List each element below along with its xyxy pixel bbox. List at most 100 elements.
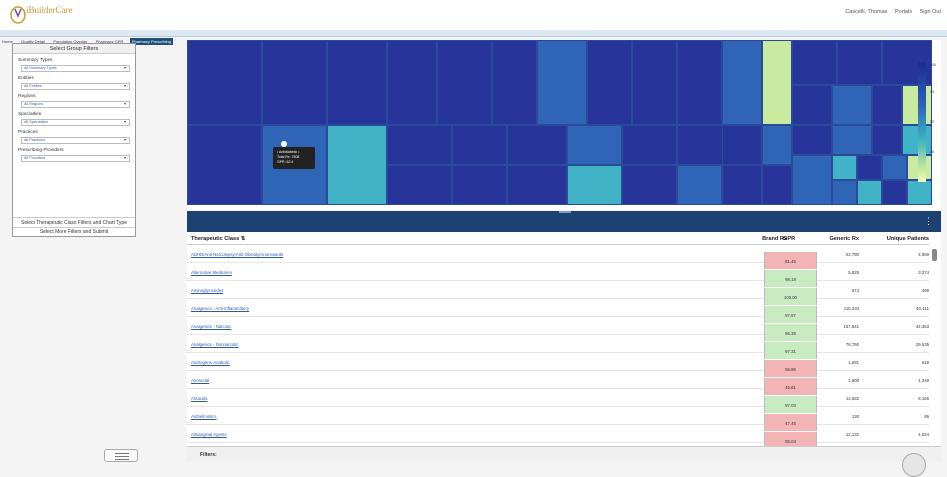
regions-select[interactable]: All Regions ▾ bbox=[21, 101, 130, 108]
logo-text: iBuilderCare bbox=[26, 5, 73, 15]
unique-patients-cell: 29,535 bbox=[915, 342, 929, 347]
filter-panel: Select Group Filters Summary Types All S… bbox=[12, 43, 136, 237]
treemap-tile[interactable] bbox=[762, 40, 792, 125]
unique-patients-cell: 1,349 bbox=[918, 378, 929, 383]
treemap-tile[interactable] bbox=[452, 165, 507, 205]
treemap-tile[interactable] bbox=[857, 180, 882, 205]
treemap-tile[interactable] bbox=[792, 125, 832, 155]
treemap-tile[interactable] bbox=[587, 40, 632, 125]
treemap-tile[interactable] bbox=[832, 155, 857, 180]
table-row: Analgesics - Nonnarcotic2,17478,75097.31… bbox=[187, 335, 929, 359]
portals-link[interactable]: Portals bbox=[895, 9, 912, 15]
legend-tick: 0 bbox=[930, 178, 932, 182]
header-gpr[interactable]: GPR bbox=[783, 236, 795, 242]
treemap-tile[interactable] bbox=[792, 155, 832, 205]
specialties-select[interactable]: All Specialties ▾ bbox=[21, 119, 130, 126]
header-generic-rx[interactable]: Generic Rx bbox=[829, 236, 859, 242]
treemap-tile[interactable] bbox=[722, 40, 762, 125]
generic-rx-cell: 12,582 bbox=[845, 396, 859, 401]
treemap-tile[interactable] bbox=[907, 180, 932, 205]
treemap-tile[interactable] bbox=[722, 165, 762, 205]
therapeutic-class-link[interactable]: Antacids bbox=[191, 396, 207, 401]
treemap-tile[interactable] bbox=[387, 125, 452, 165]
treemap-tile[interactable] bbox=[872, 85, 902, 125]
treemap-tile[interactable] bbox=[327, 40, 387, 125]
treemap-tile[interactable] bbox=[677, 165, 722, 205]
treemap-tile[interactable] bbox=[902, 85, 932, 125]
therapeutic-class-link[interactable]: ADHD/Anti-Narcolepsy/Anti-Obesity/Anorex… bbox=[191, 252, 283, 257]
header-unique-patients[interactable]: Unique Patients bbox=[887, 236, 929, 242]
user-name[interactable]: Cascelli, Thomas bbox=[845, 9, 887, 15]
generic-rx-cell: 22,780 bbox=[845, 252, 859, 257]
treemap-tile[interactable] bbox=[567, 165, 622, 205]
header-therapeutic-class[interactable]: Therapeutic Class ⇅ bbox=[191, 236, 245, 242]
treemap-tile[interactable] bbox=[622, 125, 677, 165]
therapeutic-class-treemap[interactable] bbox=[187, 40, 941, 210]
practices-select[interactable]: All Practices ▾ bbox=[21, 137, 130, 144]
generic-rx-cell: 130 bbox=[851, 414, 859, 419]
unique-patients-cell: 619 bbox=[921, 360, 929, 365]
treemap-tile[interactable] bbox=[902, 125, 932, 155]
therapeutic-class-filters-button[interactable]: Select Therapeutic Class Filters and Cha… bbox=[13, 217, 135, 227]
therapeutic-class-link[interactable]: Analgesics - Anti-Inflammatory bbox=[191, 306, 249, 311]
treemap-tile[interactable] bbox=[792, 40, 837, 85]
therapeutic-class-link[interactable]: Antianginal Agents bbox=[191, 432, 227, 437]
therapeutic-class-link[interactable]: Analgesics - Narcotic bbox=[191, 324, 231, 329]
treemap-tile[interactable] bbox=[452, 125, 507, 165]
therapeutic-class-link[interactable]: Aminoglycosides bbox=[191, 288, 223, 293]
unique-patients-cell: 499 bbox=[921, 288, 929, 293]
tab-pharmacy-prescribing[interactable]: Pharmacy Prescribing bbox=[129, 38, 173, 45]
treemap-tile[interactable] bbox=[677, 40, 722, 125]
therapeutic-class-link[interactable]: Androgens-Anabolic bbox=[191, 360, 230, 365]
treemap-tile[interactable] bbox=[507, 125, 567, 165]
resize-handle[interactable] bbox=[559, 211, 571, 213]
more-options-icon[interactable]: ⋮ bbox=[924, 216, 933, 227]
filter-label: Prescribing Providers bbox=[18, 148, 64, 153]
generic-rx-cell: 5,825 bbox=[848, 270, 859, 275]
legend-tick: 100 bbox=[930, 63, 936, 67]
treemap-tile[interactable] bbox=[632, 40, 677, 125]
treemap-tile[interactable] bbox=[187, 125, 262, 205]
unique-patients-cell: 34,353 bbox=[915, 324, 929, 329]
table-row: Anthelmintics14413047.4586 bbox=[187, 407, 929, 431]
treemap-tile[interactable] bbox=[837, 40, 882, 85]
table-scrollbar[interactable] bbox=[932, 249, 937, 261]
treemap-tile[interactable] bbox=[792, 85, 832, 125]
unique-patients-cell: 4,959 bbox=[918, 252, 929, 257]
treemap-tile[interactable] bbox=[857, 155, 882, 180]
treemap-tile[interactable] bbox=[437, 40, 492, 125]
treemap-tile[interactable] bbox=[832, 125, 872, 155]
table-row: Androgens-Anabolic8381,69166.86619 bbox=[187, 353, 929, 377]
entities-select[interactable]: All Entities ▾ bbox=[21, 83, 130, 90]
treemap-tile[interactable] bbox=[507, 165, 567, 205]
treemap-tile[interactable] bbox=[387, 40, 437, 125]
more-filters-submit-button[interactable]: Select More Filters and Submit bbox=[13, 227, 135, 236]
treemap-tile[interactable] bbox=[762, 165, 792, 205]
treemap-tile[interactable] bbox=[187, 40, 262, 125]
treemap-tile[interactable] bbox=[262, 40, 327, 125]
treemap-tile[interactable] bbox=[722, 125, 762, 165]
treemap-tile[interactable] bbox=[567, 125, 622, 165]
treemap-tile[interactable] bbox=[872, 125, 902, 155]
therapeutic-class-link[interactable]: Anorectal bbox=[191, 378, 209, 383]
summary-types-select[interactable]: All Summary Types ▾ bbox=[21, 65, 130, 72]
main-nav: Home Quality Detail Population Overlay P… bbox=[0, 30, 947, 45]
chevron-down-icon: ▾ bbox=[124, 102, 126, 106]
treemap-tile[interactable] bbox=[882, 180, 907, 205]
treemap-tile[interactable] bbox=[387, 165, 452, 205]
therapeutic-class-link[interactable]: Anthelmintics bbox=[191, 414, 217, 419]
treemap-tile[interactable] bbox=[492, 40, 537, 125]
treemap-tile[interactable] bbox=[762, 125, 792, 165]
treemap-tile[interactable] bbox=[622, 165, 677, 205]
treemap-tile[interactable] bbox=[832, 85, 872, 125]
treemap-tile[interactable] bbox=[882, 155, 907, 180]
therapeutic-class-link[interactable]: Alternative Medicines bbox=[191, 270, 232, 275]
treemap-tile[interactable] bbox=[537, 40, 587, 125]
menu-button[interactable] bbox=[104, 449, 138, 462]
therapeutic-class-link[interactable]: Analgesics - Nonnarcotic bbox=[191, 342, 239, 347]
sign-out-link[interactable]: Sign Out bbox=[920, 9, 941, 15]
treemap-tile[interactable] bbox=[327, 125, 387, 205]
help-button[interactable] bbox=[902, 453, 926, 477]
treemap-tile[interactable] bbox=[832, 180, 857, 205]
providers-select[interactable]: All Providers ▾ bbox=[21, 155, 130, 162]
